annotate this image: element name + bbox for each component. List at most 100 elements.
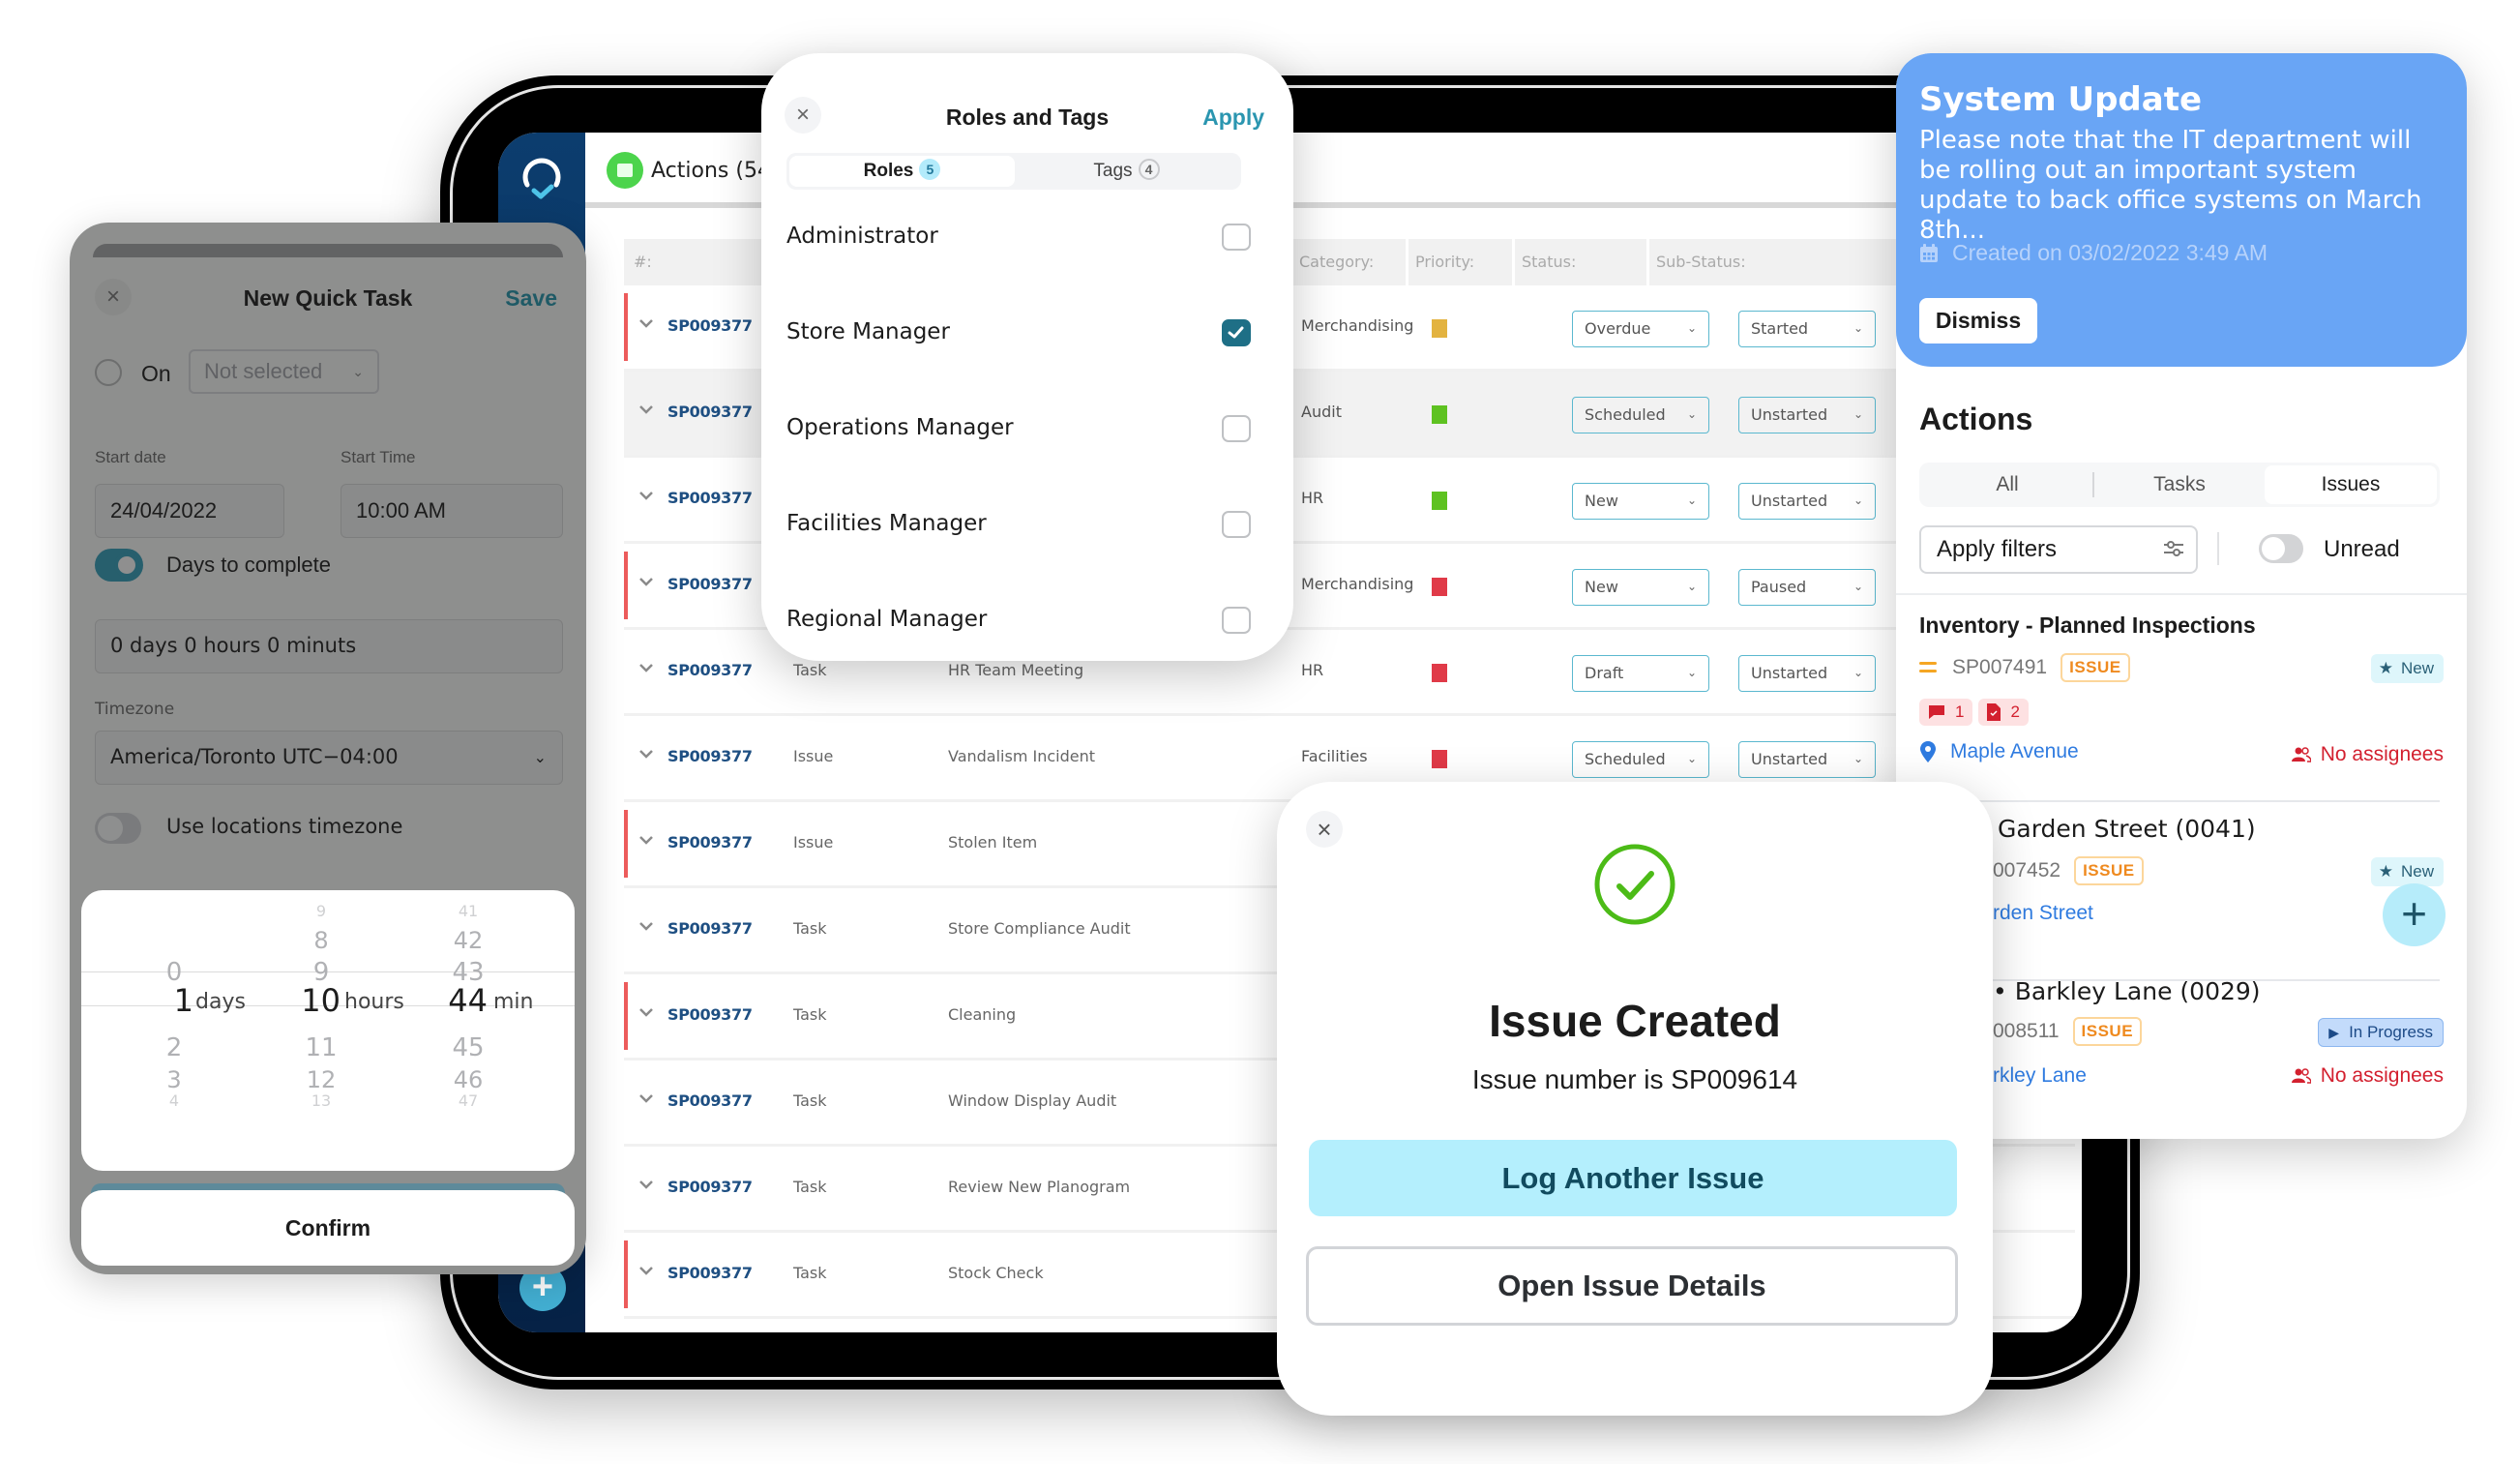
role-checkbox[interactable] (1222, 607, 1251, 634)
status-select[interactable]: Scheduled ⌄ (1572, 741, 1709, 778)
role-item[interactable]: Facilities Manager (786, 505, 1251, 544)
apply-button[interactable]: Apply (1202, 105, 1264, 131)
on-select[interactable]: Not selected ⌄ (189, 349, 379, 394)
row-id[interactable]: SP009377 (667, 489, 753, 507)
picker-option[interactable]: 41 (439, 902, 497, 920)
card-title[interactable]: Inventory - Planned Inspections (1919, 612, 2256, 639)
timezone-select[interactable]: America/Toronto UTC−04:00 ⌄ (95, 731, 563, 785)
duration-field[interactable]: 0 days 0 hours 0 minuts (95, 619, 563, 673)
column-header-category[interactable]: Category: (1290, 239, 1374, 285)
row-id[interactable]: SP009377 (667, 747, 753, 765)
picker-option[interactable]: 12 (292, 1066, 350, 1093)
role-item[interactable]: Operations Manager (786, 409, 1251, 448)
sub-status-select[interactable]: Unstarted ⌄ (1738, 483, 1876, 520)
picker-option[interactable]: 3 (145, 1066, 203, 1093)
use-locations-timezone-toggle[interactable] (95, 813, 141, 844)
chevron-down-icon[interactable] (637, 1003, 655, 1021)
picker-selected-value[interactable]: 44 (430, 982, 488, 1019)
row-category: Facilities (1301, 747, 1368, 765)
app-logo-icon[interactable] (516, 152, 568, 204)
row-id[interactable]: SP009377 (667, 1091, 753, 1110)
picker-option[interactable]: 42 (439, 927, 497, 954)
role-checkbox[interactable] (1222, 415, 1251, 442)
role-item[interactable]: Administrator (786, 218, 1251, 256)
picker-option[interactable]: 2 (145, 1033, 203, 1062)
start-date-field[interactable]: 24/04/2022 (95, 484, 284, 538)
sub-status-select[interactable]: Unstarted ⌄ (1738, 655, 1876, 692)
days-to-complete-toggle[interactable] (95, 549, 143, 582)
card-title[interactable]: • Barkley Lane (0029) (1993, 977, 2261, 1005)
tab-tags[interactable]: Tags 4 (1015, 156, 1238, 187)
chevron-down-icon[interactable] (637, 573, 655, 590)
dismiss-button[interactable]: Dismiss (1919, 298, 2037, 344)
segment-issues[interactable]: Issues (2265, 465, 2437, 504)
sub-status-select[interactable]: Paused ⌄ (1738, 569, 1876, 606)
row-id[interactable]: SP009377 (667, 1178, 753, 1196)
duration-picker[interactable]: 0 1 days 2 3 4 9 8 9 10 hours 11 12 13 41 42 43 44 min 45 46… (81, 890, 575, 1171)
chevron-down-icon[interactable] (637, 1176, 655, 1193)
row-id[interactable]: SP009377 (667, 919, 753, 938)
picker-option[interactable]: 46 (439, 1066, 497, 1093)
role-checkbox[interactable] (1222, 319, 1251, 346)
status-select[interactable]: Scheduled ⌄ (1572, 397, 1709, 433)
location-link[interactable]: rkley Lane (1993, 1064, 2087, 1088)
sub-status-select[interactable]: Unstarted ⌄ (1738, 741, 1876, 778)
chevron-down-icon[interactable] (637, 487, 655, 504)
row-id[interactable]: SP009377 (667, 575, 753, 593)
row-id[interactable]: SP009377 (667, 661, 753, 679)
picker-option[interactable]: 11 (292, 1033, 350, 1062)
chevron-down-icon[interactable] (637, 745, 655, 762)
close-button[interactable]: × (1306, 811, 1343, 848)
unread-toggle[interactable] (2259, 534, 2303, 563)
picker-selected-value[interactable]: 10 (282, 982, 341, 1019)
role-item[interactable]: Store Manager (786, 314, 1251, 352)
picker-option[interactable]: 47 (439, 1091, 497, 1110)
column-header-priority[interactable]: Priority: (1406, 239, 1474, 285)
log-another-issue-button[interactable]: Log Another Issue (1309, 1140, 1957, 1216)
chevron-down-icon[interactable] (637, 831, 655, 849)
status-select[interactable]: Overdue ⌄ (1572, 311, 1709, 347)
status-select[interactable]: Draft ⌄ (1572, 655, 1709, 692)
save-button[interactable]: Save (505, 285, 557, 312)
picker-option[interactable]: 13 (292, 1091, 350, 1110)
role-checkbox[interactable] (1222, 224, 1251, 251)
sub-status-select[interactable]: Started ⌄ (1738, 311, 1876, 347)
chevron-down-icon[interactable] (637, 314, 655, 332)
row-id[interactable]: SP009377 (667, 316, 753, 335)
row-id[interactable]: SP009377 (667, 833, 753, 852)
picker-option[interactable]: 45 (439, 1033, 497, 1062)
role-checkbox[interactable] (1222, 511, 1251, 538)
segment-all[interactable]: All (1922, 465, 2092, 504)
location-link[interactable]: rden Street (1993, 902, 2093, 925)
sub-status-select[interactable]: Unstarted ⌄ (1738, 397, 1876, 433)
open-issue-details-button[interactable]: Open Issue Details (1306, 1246, 1958, 1326)
location-link[interactable]: Maple Avenue (1950, 740, 2079, 763)
add-action-button[interactable]: + (2383, 883, 2446, 946)
row-id[interactable]: SP009377 (667, 1005, 753, 1024)
row-id[interactable]: SP009377 (667, 1264, 753, 1282)
chevron-down-icon[interactable] (637, 1262, 655, 1279)
picker-option[interactable]: 8 (292, 927, 350, 954)
picker-option[interactable]: 9 (292, 902, 350, 920)
column-header-status[interactable]: Status: (1512, 239, 1576, 285)
picker-option[interactable]: 4 (145, 1091, 203, 1110)
chevron-down-icon[interactable] (637, 917, 655, 935)
column-header-id[interactable]: #: (624, 239, 652, 285)
chevron-down-icon[interactable] (637, 401, 655, 418)
start-time-field[interactable]: 10:00 AM (341, 484, 563, 538)
role-item[interactable]: Regional Manager (786, 601, 1251, 640)
card-title[interactable]: Garden Street (0041) (1998, 815, 2256, 843)
chevron-down-icon[interactable] (637, 659, 655, 676)
column-header-substatus[interactable]: Sub-Status: (1646, 239, 1746, 285)
chevron-down-icon[interactable] (637, 1090, 655, 1107)
row-id[interactable]: SP009377 (667, 403, 753, 421)
status-select[interactable]: New ⌄ (1572, 483, 1709, 520)
location-pin-icon (1920, 741, 1936, 762)
status-select[interactable]: New ⌄ (1572, 569, 1709, 606)
apply-filters-button[interactable]: Apply filters (1919, 525, 2198, 574)
segment-tasks[interactable]: Tasks (2094, 465, 2265, 504)
picker-selected-value[interactable]: 1 (135, 982, 193, 1019)
on-radio[interactable] (95, 359, 122, 386)
tab-roles[interactable]: Roles 5 (789, 156, 1015, 187)
confirm-button[interactable]: Confirm (81, 1190, 575, 1266)
